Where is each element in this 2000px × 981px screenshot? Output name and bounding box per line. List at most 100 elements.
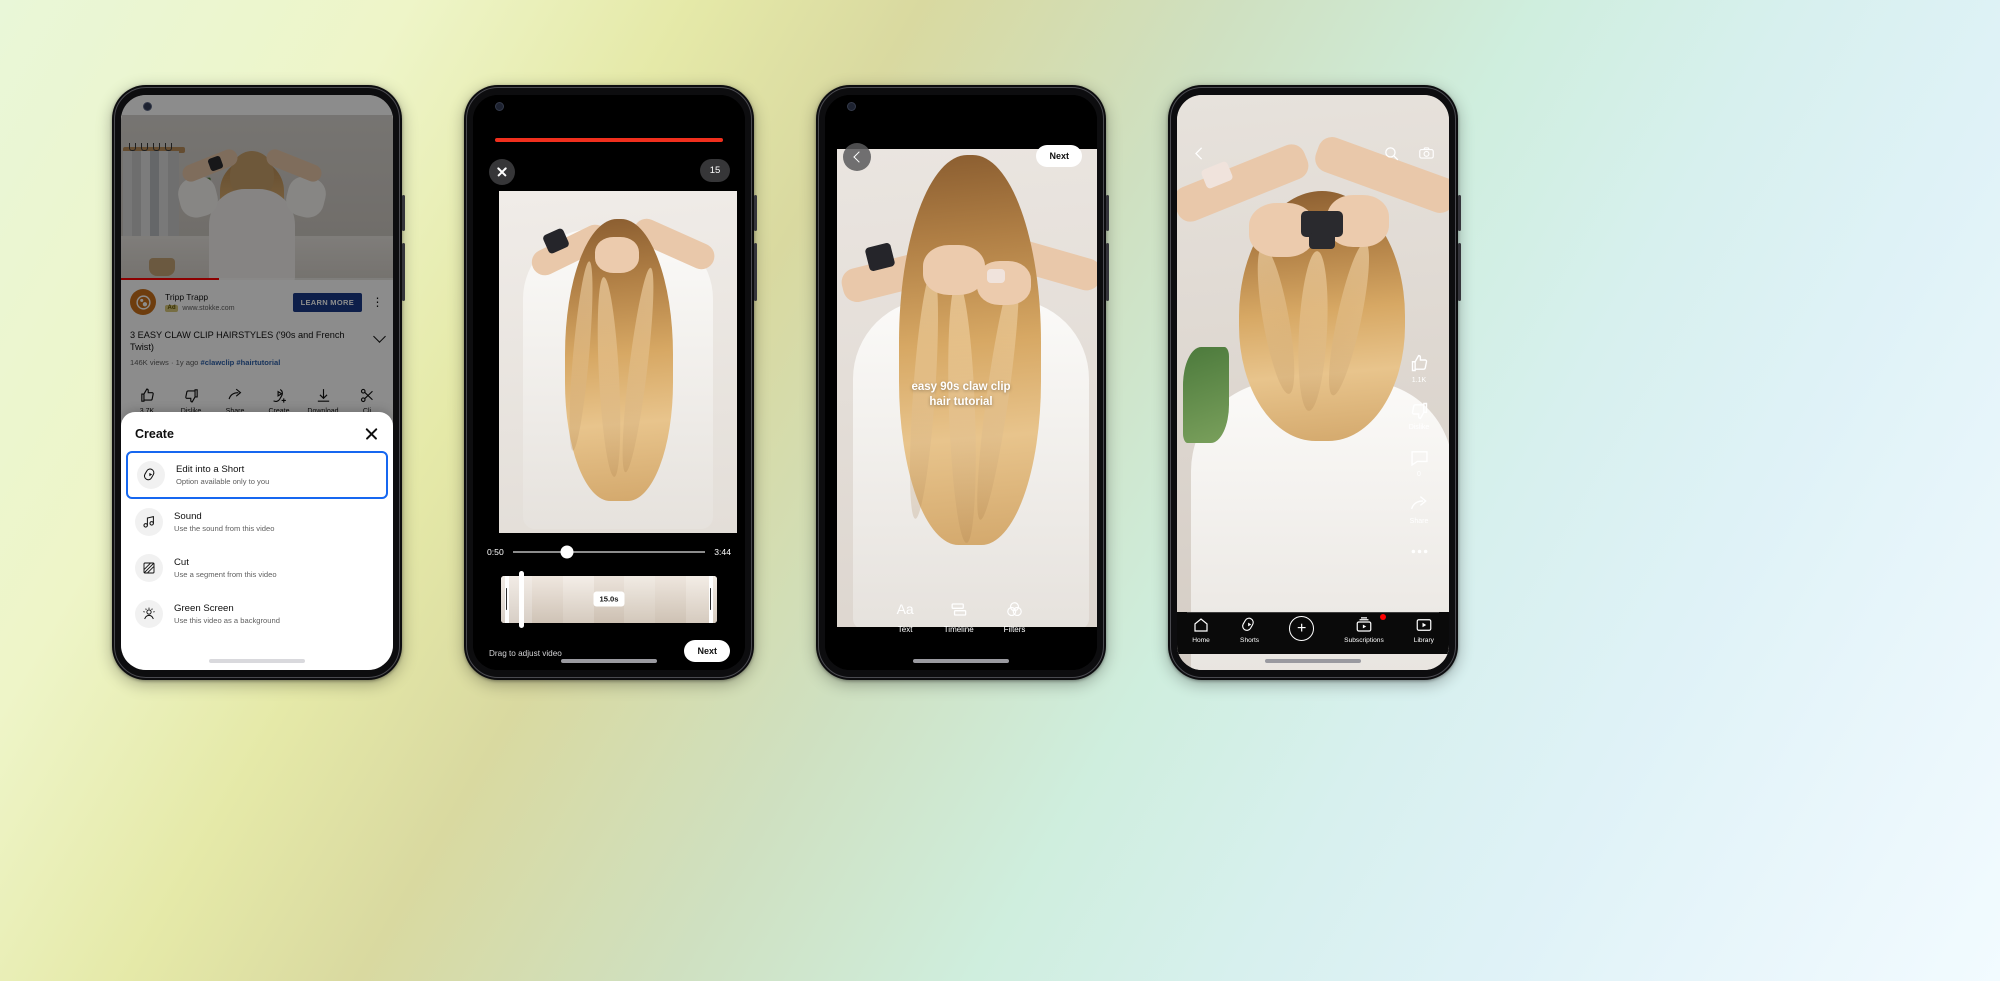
slider-knob[interactable] [560,545,574,559]
duration-limit-chip[interactable]: 15 [700,159,730,182]
recording-progress-bar [495,138,723,142]
chevron-left-icon [852,151,865,163]
option-title: Sound [174,510,202,522]
close-button[interactable] [489,159,515,185]
more-options-icon [1411,549,1427,554]
back-arrow-icon[interactable] [1191,145,1208,162]
option-cut[interactable]: Cut Use a segment from this video [121,545,393,591]
shorts-top-bar [1177,139,1449,167]
trim-handle-right[interactable] [709,576,713,623]
phone1-power-button [402,195,405,231]
camera-icon[interactable] [1418,145,1435,162]
share-label: Share [1409,518,1429,525]
dislike-button[interactable]: Dislike [1409,400,1430,431]
drag-hint-text: Drag to adjust video [489,649,562,658]
like-button[interactable]: 1.1K [1409,353,1430,384]
green-screen-icon [135,600,163,628]
option-subtitle: Use a segment from this video [174,570,277,580]
phone-2-trim-editor: 15 0:50 3:44 15.0s Drag to adjust video … [464,85,757,680]
nav-subscriptions[interactable]: Subscriptions [1344,614,1386,644]
phone4-power-button [1458,195,1461,231]
shorts-icon [137,461,165,489]
editor-toolbar: Aa Text Timeline Filters [825,600,1097,634]
nav-label: Home [1192,637,1210,644]
home-indicator [1265,659,1361,663]
option-green-screen[interactable]: Green Screen Use this video as a backgro… [121,591,393,637]
watch-page-content: Tripp Trapp Ad www.stokke.com LEARN MORE… [121,95,393,670]
comment-count: 0 [1417,471,1421,478]
nav-library[interactable]: Library [1414,616,1434,644]
video-preview[interactable] [499,191,737,533]
playhead[interactable] [519,571,524,628]
nav-shorts[interactable]: Shorts [1240,616,1259,644]
next-button[interactable]: Next [1036,145,1082,167]
screenshot-stage: Tripp Trapp Ad www.stokke.com LEARN MORE… [0,0,2000,981]
playback-scrubber-row: 0:50 3:44 [487,545,731,559]
playback-slider[interactable] [512,545,706,559]
phone3-power-button [1106,195,1109,231]
nav-home[interactable]: Home [1192,616,1210,644]
comment-button[interactable]: 0 [1409,447,1430,478]
option-text-block: Edit into a Short Option available only … [176,464,269,487]
trim-handle-left[interactable] [505,576,509,623]
front-camera-icon [847,102,856,111]
timeline-icon [951,603,967,616]
sheet-header: Create [121,412,393,451]
notification-dot [1379,614,1386,620]
option-subtitle: Use the sound from this video [174,524,275,534]
next-button[interactable]: Next [684,640,730,662]
cut-icon [135,554,163,582]
tool-filters[interactable]: Filters [1003,600,1026,634]
share-button[interactable]: Share [1409,494,1430,525]
tool-label: Timeline [943,625,974,634]
option-subtitle: Option available only to you [176,477,270,487]
overlay-line-2: hair tutorial [929,395,993,408]
text-overlay[interactable]: easy 90s claw clip hair tutorial [825,380,1097,410]
option-title: Cut [174,556,189,568]
more-options-button[interactable] [1409,541,1430,562]
tool-label: Filters [1003,625,1026,634]
clip-duration-badge: 15.0s [593,591,625,607]
tool-label: Text [897,625,913,634]
option-edit-into-a-short[interactable]: Edit into a Short Option available only … [126,451,388,499]
comment-icon [1410,451,1428,467]
nav-label: Library [1413,637,1434,644]
like-count: 1.1K [1411,377,1427,384]
home-indicator [209,659,305,663]
phone2-volume-button [754,243,757,301]
nav-divider [1187,612,1439,613]
front-camera-icon [495,102,504,111]
sheet-title: Create [135,426,174,441]
overlay-line-1: easy 90s claw clip [911,381,1011,393]
home-indicator [913,659,1009,663]
phone1-screen: Tripp Trapp Ad www.stokke.com LEARN MORE… [121,95,393,670]
phone4-screen: 1.1K Dislike 0 Share Home Shorts + Subsc… [1177,95,1449,670]
search-icon[interactable] [1383,145,1400,162]
phone-3-compose-editor: Next easy 90s claw clip hair tutorial Aa… [816,85,1109,680]
shorts-icon [1241,617,1254,631]
option-title: Edit into a Short [176,463,245,475]
home-indicator [561,659,657,663]
tool-text[interactable]: Aa Text [897,600,914,634]
plus-icon: + [1289,616,1315,641]
back-button[interactable] [843,143,871,171]
preview-frame [499,191,737,533]
music-note-icon [135,508,163,536]
share-icon [1410,496,1427,510]
option-text-block: Sound Use the sound from this video [174,511,274,534]
phone4-volume-button [1458,243,1461,301]
text-icon: Aa [896,601,914,617]
bottom-navigation: Home Shorts + Subscriptions Library [1177,612,1449,654]
option-text-block: Green Screen Use this video as a backgro… [174,603,280,626]
phone2-screen: 15 0:50 3:44 15.0s Drag to adjust video … [473,95,745,670]
dislike-label: Dislike [1408,424,1430,431]
phone2-power-button [754,195,757,231]
close-icon[interactable] [364,426,379,441]
nav-create[interactable]: + [1289,616,1315,641]
filters-icon [1007,602,1022,617]
phone3-volume-button [1106,243,1109,301]
option-sound[interactable]: Sound Use the sound from this video [121,499,393,545]
tool-timeline[interactable]: Timeline [944,600,974,634]
like-icon [1411,354,1427,372]
option-text-block: Cut Use a segment from this video [174,557,277,580]
